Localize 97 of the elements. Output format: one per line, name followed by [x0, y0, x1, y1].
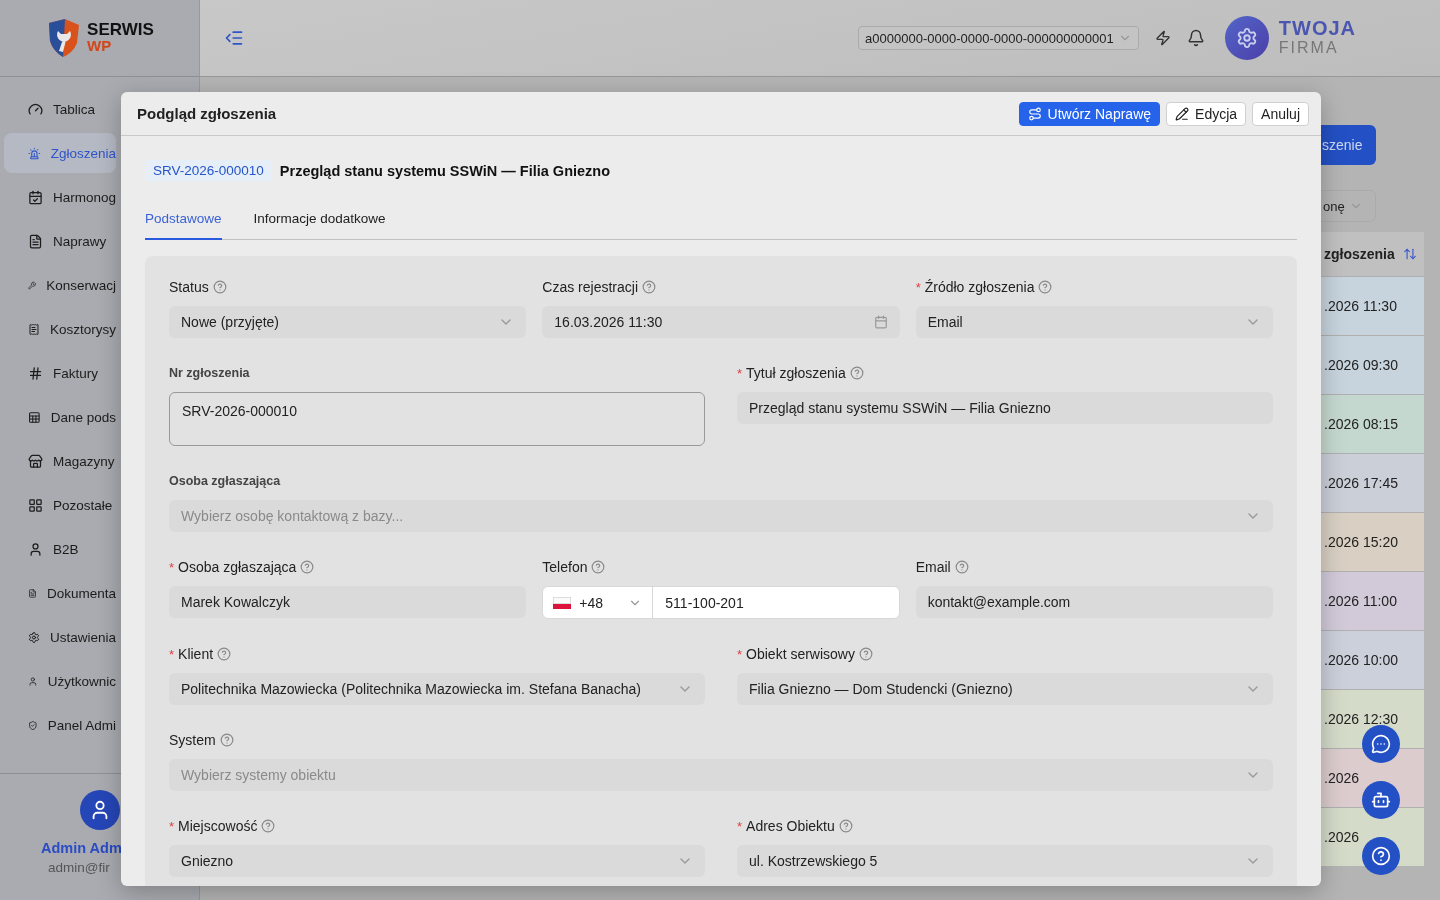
help-icon[interactable] — [591, 560, 606, 574]
cancel-button[interactable]: Anuluj — [1252, 101, 1309, 126]
sort-icon[interactable] — [1402, 247, 1417, 261]
ticket-number-tag: SRV-2026-000010 — [145, 160, 272, 181]
sidebar-item[interactable]: Panel Admi — [4, 705, 116, 745]
help-icon[interactable] — [642, 280, 657, 294]
bell-icon[interactable] — [1186, 29, 1205, 47]
field-label: Miejscowość — [178, 818, 258, 834]
collapse-menu-icon[interactable] — [224, 28, 244, 48]
required-mark: * — [737, 818, 743, 834]
field-label: Tytuł zgłoszenia — [746, 365, 846, 381]
nav-icon — [28, 233, 43, 249]
sidebar-item[interactable]: Tablica — [4, 89, 116, 129]
pencil-icon — [1175, 106, 1190, 121]
help-icon[interactable] — [1038, 280, 1053, 294]
modal-title: Podgląd zgłoszenia — [137, 105, 278, 122]
sidebar-item[interactable]: Naprawy — [4, 221, 116, 261]
select-field[interactable]: Nowe (przyjęte) — [169, 306, 527, 338]
nav-icon — [28, 145, 41, 161]
select-field[interactable]: Filia Gniezno — Dom Studencki (Gniezno) — [737, 673, 1273, 705]
nav-icon — [28, 453, 43, 469]
nav-icon — [28, 101, 43, 117]
sidebar-item[interactable]: Kosztorysy — [4, 309, 116, 349]
sidebar-item[interactable]: B2B — [4, 529, 116, 569]
required-mark: * — [737, 646, 743, 662]
logo-text: SERWIS — [87, 22, 154, 38]
tab[interactable]: Podstawowe — [145, 205, 222, 240]
field-label: Osoba zgłaszająca — [169, 474, 281, 488]
nav-icon — [28, 497, 43, 513]
select-field[interactable]: Gniezno — [169, 845, 705, 877]
select-field[interactable]: Email — [915, 306, 1273, 338]
input-field[interactable]: Przegląd stanu systemu SSWiN — Filia Gniezno — [737, 392, 1273, 424]
sidebar-item[interactable]: Ustawienia — [4, 617, 116, 657]
robot-icon — [1371, 790, 1391, 810]
sidebar-item[interactable]: Magazyny — [4, 441, 116, 481]
required-mark: * — [737, 365, 743, 381]
field-label: Status — [169, 279, 209, 295]
sidebar-item[interactable]: Użytkownic — [4, 661, 116, 701]
field-label: Nr zgłoszenia — [169, 366, 250, 380]
help-icon[interactable] — [954, 560, 969, 574]
company-logo-icon — [1224, 16, 1269, 60]
logo-text: WP — [87, 38, 113, 54]
avatar-icon[interactable] — [80, 790, 120, 830]
date-field[interactable]: 16.03.2026 11:30 — [542, 306, 900, 338]
required-mark: * — [169, 818, 175, 834]
help-icon[interactable] — [219, 733, 234, 747]
nav-icon — [28, 189, 43, 205]
input-field[interactable]: kontakt@example.com — [915, 586, 1273, 618]
help-icon[interactable] — [300, 560, 315, 574]
input-field[interactable]: Marek Kowalczyk — [169, 586, 527, 618]
tab[interactable]: Informacje dodatkowe — [253, 205, 386, 240]
textarea-field[interactable]: SRV-2026-000010 — [169, 392, 705, 446]
help-icon[interactable] — [217, 647, 232, 661]
required-mark: * — [915, 279, 921, 295]
field-label: Osoba zgłaszająca — [178, 559, 297, 575]
help-icon[interactable] — [261, 819, 276, 833]
company-name: TWOJA — [1278, 18, 1356, 38]
sidebar-item[interactable]: Pozostałe — [4, 485, 116, 525]
company-name: FIRMA — [1278, 38, 1340, 58]
calendar-icon — [873, 315, 888, 329]
create-repair-button[interactable]: Utwórz Naprawę — [1018, 101, 1161, 126]
nav-icon — [28, 629, 40, 645]
select-field[interactable]: Politechnika Mazowiecka (Politechnika Mazowiecka im. Stefana Banacha) — [169, 673, 705, 705]
select-field[interactable]: ul. Kostrzewskiego 5 — [737, 845, 1273, 877]
required-mark: * — [169, 646, 175, 662]
chat-icon — [1371, 734, 1391, 754]
field-label: Adres Obiektu — [746, 818, 835, 834]
nav-icon — [28, 541, 43, 557]
sidebar-item[interactable]: Harmonog — [4, 177, 116, 217]
field-label: Telefon — [542, 559, 588, 575]
help-icon[interactable] — [838, 819, 853, 833]
help-icon — [1371, 846, 1391, 866]
field-label: System — [169, 732, 216, 748]
nav-icon — [28, 321, 40, 337]
help-icon[interactable] — [859, 647, 873, 661]
lightning-icon[interactable] — [1154, 30, 1171, 46]
nav-icon — [28, 365, 43, 381]
route-icon — [1027, 106, 1042, 121]
tenant-select[interactable]: a0000000-0000-0000-0000-000000000001 — [858, 26, 1139, 50]
edit-button[interactable]: Edycja — [1166, 101, 1247, 126]
help-icon[interactable] — [849, 366, 864, 380]
user-email: admin@fir — [48, 860, 110, 875]
nav-icon — [28, 409, 41, 425]
field-label: Klient — [178, 646, 214, 662]
sidebar-item[interactable]: Dokumenta — [4, 573, 116, 613]
ticket-title: Przegląd stanu systemu SSWiN — Filia Gniezno — [279, 162, 611, 179]
column-header[interactable]: zgłoszenia — [1324, 246, 1395, 262]
field-label: Obiekt serwisowy — [746, 646, 855, 662]
sidebar-item[interactable]: Dane pods — [4, 397, 116, 437]
field-label: Email — [915, 559, 951, 575]
required-mark: * — [169, 559, 175, 575]
sidebar-item[interactable]: Faktury — [4, 353, 116, 393]
help-icon[interactable] — [212, 280, 227, 294]
sidebar-item[interactable]: Konserwacj — [4, 265, 116, 305]
field-label: Źródło zgłoszenia — [924, 279, 1035, 295]
field-label: Czas rejestracji — [542, 279, 639, 295]
user-name: Admin Adm — [41, 840, 122, 856]
